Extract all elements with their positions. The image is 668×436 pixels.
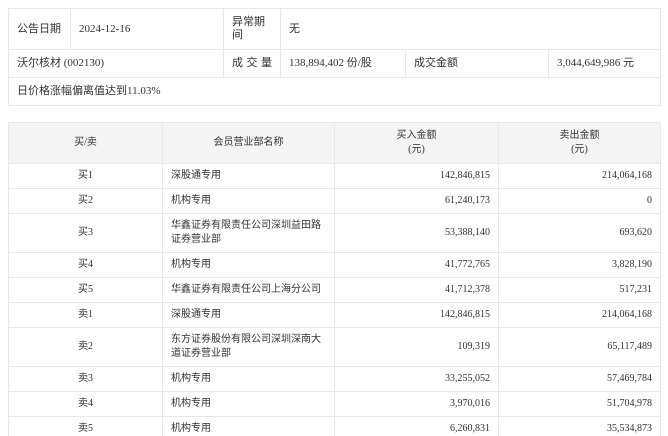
side-cell: 卖5 (8, 416, 163, 436)
volume-label: 成交量 (223, 49, 281, 78)
announce-date-value: 2024-12-16 (70, 8, 224, 50)
buy-amount-cell: 109,319 (334, 327, 499, 367)
side-cell: 卖1 (8, 302, 163, 328)
broker-column-header: 会员营业部名称 (162, 122, 335, 164)
table-row: 卖3 机构专用 33,255,052 57,469,784 (8, 366, 661, 392)
stock-info-table: 公告日期 2024-12-16 异常期间 无 沃尔核材 (002130) 成交量… (7, 8, 662, 106)
abnormal-period-label: 异常期间 (223, 8, 281, 50)
buy-amount-cell: 53,388,140 (334, 213, 499, 253)
broker-cell: 机构专用 (162, 416, 335, 436)
table-row: 卖4 机构专用 3,970,016 51,704,978 (8, 391, 661, 417)
sell-amount-cell: 0 (498, 188, 661, 214)
side-cell: 买2 (8, 188, 163, 214)
buy-amount-cell: 41,712,378 (334, 277, 499, 303)
side-cell: 卖3 (8, 366, 163, 392)
sell-amount-cell: 51,704,978 (498, 391, 661, 417)
table-row: 卖5 机构专用 6,260,831 35,534,873 (8, 416, 661, 436)
side-cell: 卖4 (8, 391, 163, 417)
sell-amount-cell: 57,469,784 (498, 366, 661, 392)
buy-amount-cell: 142,846,815 (334, 163, 499, 189)
buy-amount-cell: 6,260,831 (334, 416, 499, 436)
table-row: 买2 机构专用 61,240,173 0 (8, 188, 661, 214)
lhb-detail-page: 公告日期 2024-12-16 异常期间 无 沃尔核材 (002130) 成交量… (0, 0, 668, 436)
sell-amount-cell: 65,117,489 (498, 327, 661, 367)
turnover-label: 成交金额 (405, 49, 549, 78)
broker-cell: 机构专用 (162, 391, 335, 417)
side-cell: 买5 (8, 277, 163, 303)
broker-cell: 机构专用 (162, 188, 335, 214)
sell-amount-cell: 214,064,168 (498, 163, 661, 189)
side-cell: 买3 (8, 213, 163, 253)
info-row-reason: 日价格涨幅偏离值达到11.03% (7, 77, 662, 106)
buy-amount-title: 买入金额 (396, 130, 437, 141)
broker-cell: 东方证券股份有限公司深圳深南大道证券营业部 (162, 327, 335, 367)
side-column-header: 买/卖 (8, 122, 163, 164)
stock-name: 沃尔核材 (002130) (8, 49, 224, 78)
side-cell: 买1 (8, 163, 163, 189)
sell-amount-column-header: 卖出金额 (元) (498, 122, 661, 164)
table-row: 买5 华鑫证券有限责任公司上海分公司 41,712,378 517,231 (8, 277, 661, 303)
buy-amount-unit: (元) (408, 144, 425, 155)
side-cell: 卖2 (8, 327, 163, 367)
buy-amount-cell: 61,240,173 (334, 188, 499, 214)
broker-cell: 机构专用 (162, 366, 335, 392)
sell-amount-unit: (元) (571, 144, 588, 155)
table-header-row: 买/卖 会员营业部名称 买入金额 (元) 卖出金额 (元) (8, 122, 661, 164)
abnormal-period-value: 无 (279, 8, 662, 50)
buy-amount-cell: 41,772,765 (334, 252, 499, 278)
deviation-note: 日价格涨幅偏离值达到11.03% (7, 77, 662, 106)
table-row: 买3 华鑫证券有限责任公司深圳益田路证券营业部 53,388,140 693,6… (8, 213, 661, 253)
sell-amount-cell: 517,231 (498, 277, 661, 303)
broker-cell: 华鑫证券有限责任公司深圳益田路证券营业部 (162, 213, 335, 253)
side-cell: 买4 (8, 252, 163, 278)
sell-amount-title: 卖出金额 (559, 130, 600, 141)
table-row: 卖2 东方证券股份有限公司深圳深南大道证券营业部 109,319 65,117,… (8, 327, 661, 367)
info-row-date: 公告日期 2024-12-16 异常期间 无 (8, 8, 662, 50)
buy-amount-cell: 33,255,052 (334, 366, 499, 392)
announce-date-label: 公告日期 (8, 8, 71, 50)
broker-cell: 深股通专用 (162, 302, 335, 328)
buy-amount-column-header: 买入金额 (元) (334, 122, 499, 164)
broker-cell: 机构专用 (162, 252, 335, 278)
table-row: 买1 深股通专用 142,846,815 214,064,168 (8, 163, 661, 189)
turnover-value: 3,044,649,986 元 (547, 49, 662, 78)
buy-amount-cell: 142,846,815 (334, 302, 499, 328)
buy-amount-cell: 3,970,016 (334, 391, 499, 417)
sell-amount-cell: 35,534,873 (498, 416, 661, 436)
broker-cell: 深股通专用 (162, 163, 335, 189)
volume-value: 138,894,402 份/股 (280, 49, 406, 78)
broker-cell: 华鑫证券有限责任公司上海分公司 (162, 277, 335, 303)
sell-amount-cell: 3,828,190 (498, 252, 661, 278)
info-row-stock: 沃尔核材 (002130) 成交量 138,894,402 份/股 成交金额 3… (8, 49, 662, 78)
table-row: 买4 机构专用 41,772,765 3,828,190 (8, 252, 661, 278)
table-row: 卖1 深股通专用 142,846,815 214,064,168 (8, 302, 661, 328)
sell-amount-cell: 693,620 (498, 213, 661, 253)
broker-seats-table: 买/卖 会员营业部名称 买入金额 (元) 卖出金额 (元) 买1 深股通专用 1… (8, 122, 661, 436)
sell-amount-cell: 214,064,168 (498, 302, 661, 328)
